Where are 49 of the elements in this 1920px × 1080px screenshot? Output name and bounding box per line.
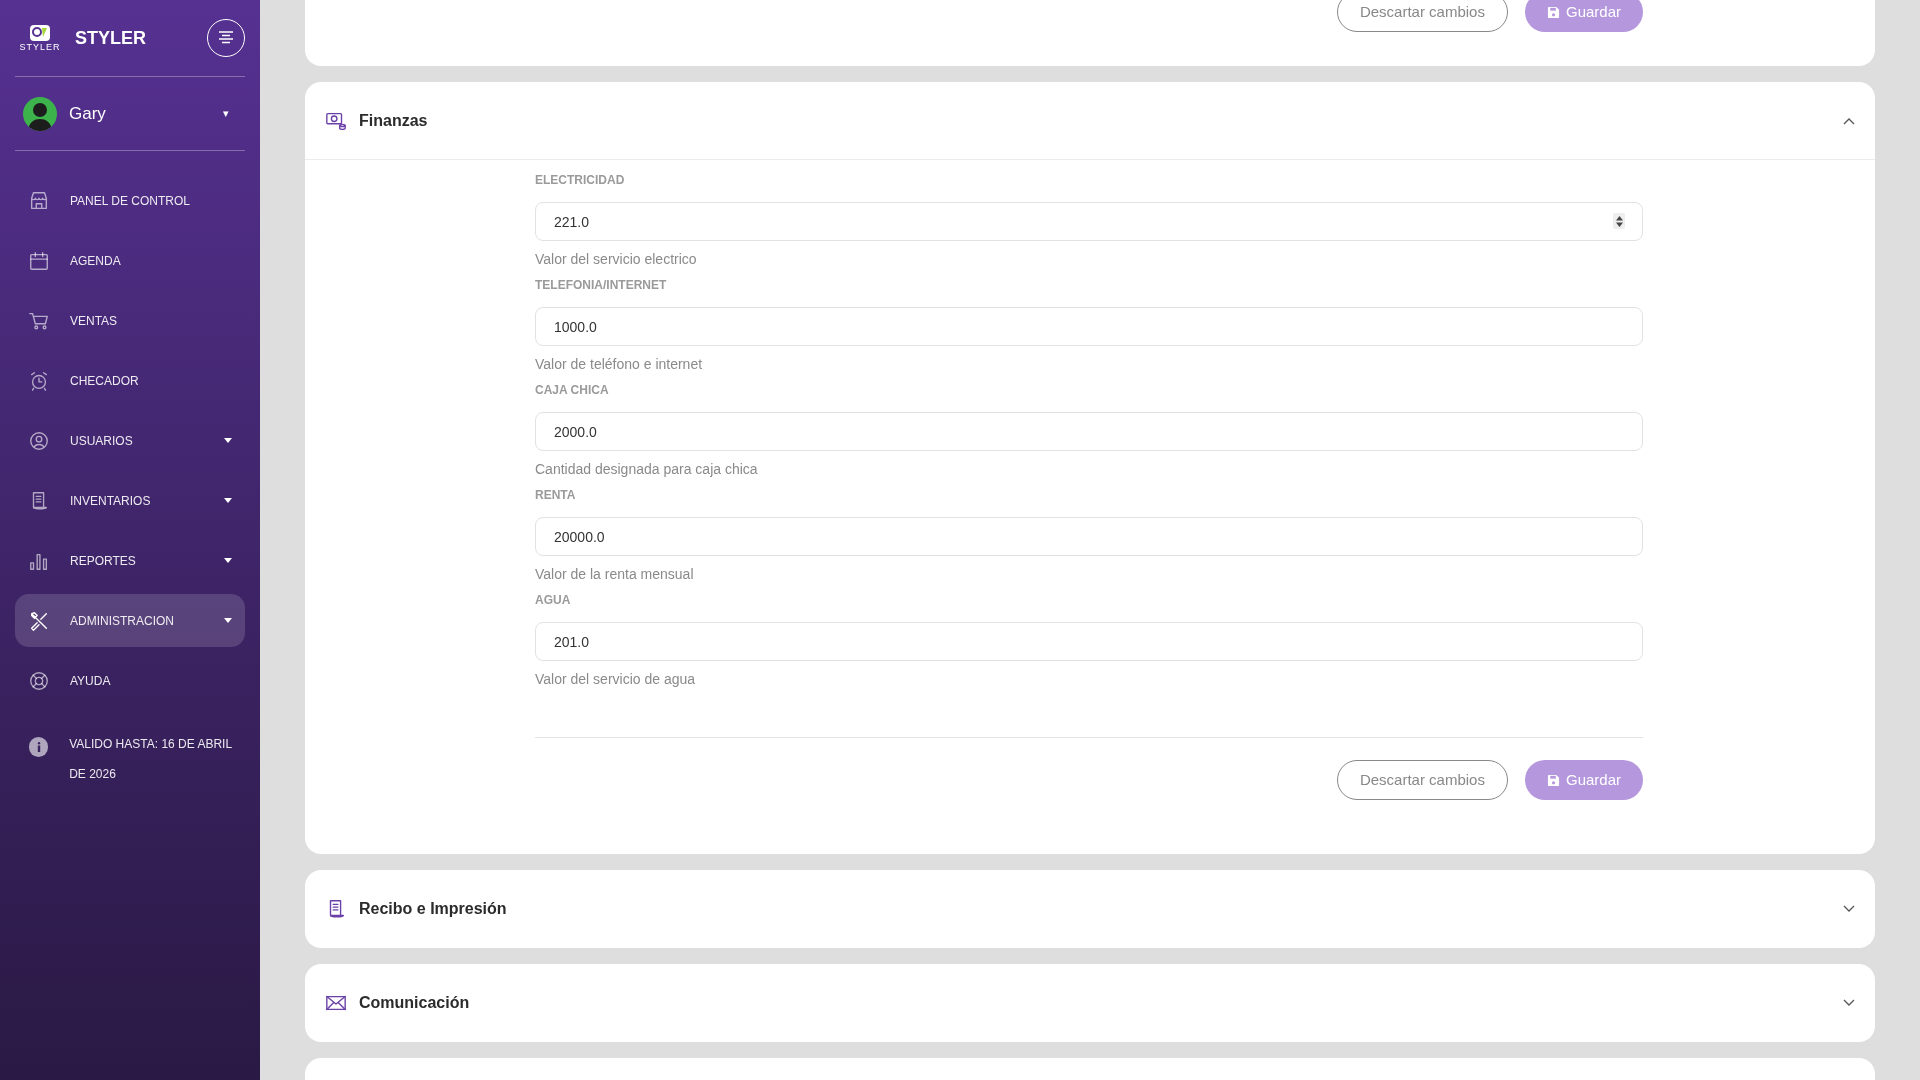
nav-item[interactable]: REPORTES bbox=[15, 534, 245, 587]
menu-icon bbox=[218, 31, 234, 45]
chevron-up-icon[interactable] bbox=[1843, 116, 1855, 125]
avatar bbox=[23, 96, 57, 131]
logo: STYLER bbox=[15, 24, 65, 52]
save-icon bbox=[1546, 773, 1560, 787]
user-circle-icon bbox=[28, 429, 50, 452]
number-field[interactable]: 2000.0 bbox=[535, 412, 1643, 451]
field-label: CAJA CHICA bbox=[535, 382, 610, 398]
number-field[interactable]: 201.0 bbox=[535, 622, 1643, 661]
nav-item[interactable]: VENTAS bbox=[15, 294, 245, 347]
alarm-clock-icon bbox=[28, 369, 50, 392]
number-field[interactable]: 20000.0 bbox=[535, 517, 1643, 556]
number-field[interactable]: 1000.0 bbox=[535, 307, 1643, 346]
calendar-icon bbox=[28, 249, 50, 272]
field-label: RENTA bbox=[535, 487, 577, 503]
validity-text: VALIDO HASTA: 16 DE ABRIL DE 2026 bbox=[69, 736, 232, 783]
discard-button[interactable]: Descartar cambios bbox=[1336, 760, 1508, 800]
section-title[interactable]: Comunicación bbox=[359, 991, 470, 1015]
stepper-icon[interactable] bbox=[1613, 213, 1625, 229]
nav-item[interactable]: PANEL DE CONTROL bbox=[15, 174, 245, 227]
chevron-down-icon[interactable] bbox=[1843, 999, 1855, 1007]
nav-item[interactable]: ADMINISTRACION bbox=[15, 594, 245, 647]
help-text: Valor de teléfono e internet bbox=[535, 355, 704, 374]
save-icon bbox=[1546, 5, 1560, 19]
tools-icon bbox=[28, 609, 50, 632]
number-field[interactable]: 221.0 bbox=[535, 202, 1643, 241]
nav-item[interactable]: USUARIOS bbox=[15, 414, 245, 467]
nav-item[interactable]: CHECADOR bbox=[15, 354, 245, 407]
field-label: AGUA bbox=[535, 592, 572, 608]
store-icon bbox=[28, 189, 50, 212]
brand-title: STYLER bbox=[75, 26, 146, 50]
lifebuoy-icon bbox=[28, 669, 50, 692]
chevron-down-icon[interactable] bbox=[1843, 905, 1855, 913]
help-text: Cantidad designada para caja chica bbox=[535, 460, 759, 479]
nav-item[interactable]: AGENDA bbox=[15, 234, 245, 287]
section-title[interactable]: Recibo e Impresión bbox=[359, 897, 507, 921]
nav-item[interactable]: INVENTARIOS bbox=[15, 474, 245, 527]
discard-button[interactable]: Descartar cambios bbox=[1336, 0, 1508, 32]
field-label: ELECTRICIDAD bbox=[535, 172, 626, 188]
help-text: Valor de la renta mensual bbox=[535, 565, 695, 584]
caret-icon[interactable]: ▾ bbox=[223, 105, 229, 122]
info-icon bbox=[29, 737, 49, 757]
nav-item[interactable]: AYUDA bbox=[15, 654, 245, 707]
user-name[interactable]: Gary bbox=[69, 100, 106, 127]
help-text: Valor del servicio electrico bbox=[535, 250, 698, 269]
field-label: TELEFONIA/INTERNET bbox=[535, 277, 668, 293]
help-text: Valor del servicio de agua bbox=[535, 670, 697, 689]
section-title[interactable]: Finanzas bbox=[359, 108, 428, 133]
